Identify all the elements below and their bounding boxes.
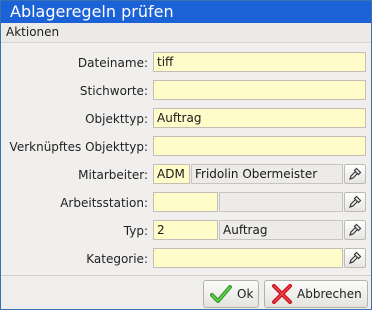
- ok-button-label: Ok: [237, 287, 254, 301]
- cross-icon: [272, 284, 292, 304]
- typ-label: Typ:: [123, 224, 148, 238]
- verknuepftes-objekttyp-label: Verknüpftes Objekttyp:: [9, 140, 148, 154]
- picker-icon: [349, 223, 362, 236]
- dialog-window: Ablageregeln prüfen Aktionen Dateiname: …: [0, 0, 372, 310]
- typ-picker-button[interactable]: [344, 220, 366, 240]
- objekttyp-field[interactable]: Auftrag: [153, 108, 366, 128]
- arbeitsstation-code-field[interactable]: [153, 192, 218, 212]
- kategorie-label: Kategorie:: [86, 252, 148, 266]
- arbeitsstation-name-field: [219, 192, 343, 212]
- stichworte-field[interactable]: [153, 80, 366, 100]
- arbeitsstation-picker-button[interactable]: [344, 192, 366, 212]
- kategorie-picker-button[interactable]: [344, 248, 366, 268]
- check-icon: [210, 285, 232, 303]
- window-title: Ablageregeln prüfen: [10, 2, 174, 21]
- button-bar: Ok Abbrechen: [1, 275, 371, 309]
- mitarbeiter-picker-button[interactable]: [344, 164, 366, 184]
- title-bar: Ablageregeln prüfen: [1, 1, 371, 23]
- verknuepftes-objekttyp-field[interactable]: [153, 136, 366, 156]
- typ-code-field[interactable]: 2: [153, 220, 218, 240]
- dateiname-field[interactable]: tiff: [153, 52, 366, 72]
- cancel-button-label: Abbrechen: [297, 287, 362, 301]
- form-area: Dateiname: tiff Stichworte: Objekttyp: A…: [1, 43, 371, 275]
- typ-name-field: Auftrag: [219, 220, 343, 240]
- cancel-button[interactable]: Abbrechen: [264, 280, 368, 308]
- mitarbeiter-name-field: Fridolin Obermeister: [191, 164, 343, 184]
- arbeitsstation-label: Arbeitsstation:: [60, 196, 148, 210]
- menu-bar: Aktionen: [1, 23, 371, 43]
- objekttyp-label: Objekttyp:: [85, 112, 148, 126]
- kategorie-field[interactable]: [153, 248, 343, 268]
- mitarbeiter-label: Mitarbeiter:: [78, 168, 148, 182]
- stichworte-label: Stichworte:: [79, 84, 148, 98]
- ok-button[interactable]: Ok: [203, 280, 259, 308]
- dateiname-label: Dateiname:: [77, 56, 148, 70]
- picker-icon: [349, 195, 362, 208]
- mitarbeiter-code-field[interactable]: ADM: [153, 164, 190, 184]
- menu-aktionen[interactable]: Aktionen: [6, 25, 59, 40]
- picker-icon: [349, 167, 362, 180]
- picker-icon: [349, 251, 362, 264]
